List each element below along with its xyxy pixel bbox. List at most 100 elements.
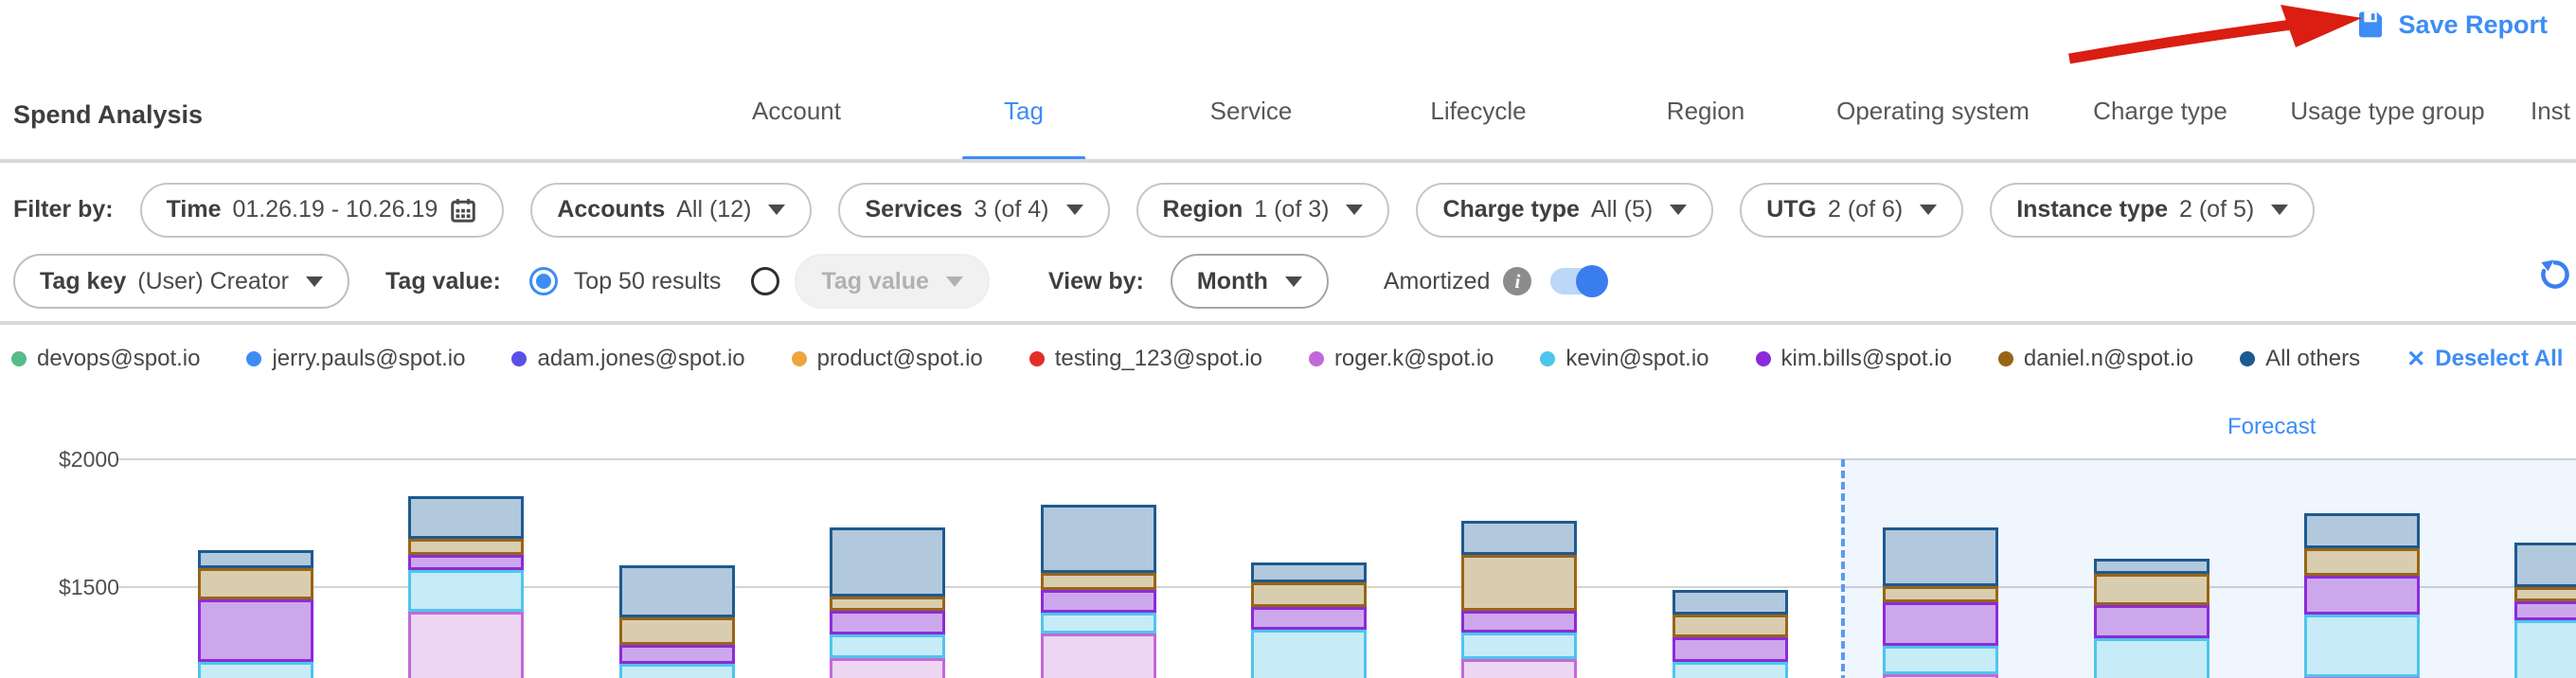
bar-segment[interactable] bbox=[1041, 590, 1156, 613]
legend-item[interactable]: kevin@spot.io bbox=[1540, 346, 1708, 372]
region-filter-chip[interactable]: Region1 (of 3) bbox=[1136, 183, 1390, 238]
legend-item[interactable]: daniel.n@spot.io bbox=[1998, 346, 2193, 372]
legend-item[interactable]: kim.bills@spot.io bbox=[1756, 346, 1952, 372]
bar-segment[interactable] bbox=[1251, 607, 1367, 630]
tag-value-dropdown[interactable]: Tag value bbox=[795, 254, 989, 309]
stacked-bar[interactable] bbox=[408, 393, 524, 678]
tab-service[interactable]: Service bbox=[1210, 97, 1293, 126]
bar-segment[interactable] bbox=[2514, 620, 2576, 678]
stacked-bar[interactable] bbox=[1883, 393, 1998, 678]
instance-type-filter-chip[interactable]: Instance type2 (of 5) bbox=[1990, 183, 2315, 238]
bar-segment[interactable] bbox=[1461, 555, 1577, 610]
stacked-bar[interactable] bbox=[830, 393, 945, 678]
bar-segment[interactable] bbox=[830, 611, 945, 633]
bar-segment[interactable] bbox=[1041, 633, 1156, 678]
tab-lifecycle[interactable]: Lifecycle bbox=[1430, 97, 1526, 126]
reset-icon[interactable] bbox=[2538, 258, 2572, 292]
stacked-bar[interactable] bbox=[619, 393, 735, 678]
radio-tag-value[interactable] bbox=[751, 267, 779, 295]
stacked-bar[interactable] bbox=[2304, 393, 2420, 678]
bar-segment[interactable] bbox=[2304, 615, 2420, 677]
bar-segment[interactable] bbox=[1883, 602, 1998, 646]
tab-charge-type[interactable]: Charge type bbox=[2093, 97, 2227, 126]
tab-operating-system[interactable]: Operating system bbox=[1836, 97, 2030, 126]
legend-item[interactable]: product@spot.io bbox=[792, 346, 983, 372]
bar-segment[interactable] bbox=[2094, 574, 2209, 604]
stacked-bar[interactable] bbox=[1461, 393, 1577, 678]
legend-item[interactable]: testing_123@spot.io bbox=[1029, 346, 1262, 372]
bar-segment[interactable] bbox=[1251, 562, 1367, 581]
legend-item[interactable]: devops@spot.io bbox=[11, 346, 200, 372]
tag-key-chip[interactable]: Tag key (User) Creator bbox=[13, 254, 349, 309]
stacked-bar[interactable] bbox=[2514, 393, 2576, 678]
bar-segment[interactable] bbox=[1461, 611, 1577, 633]
tab-tag[interactable]: Tag bbox=[1004, 97, 1044, 126]
legend-item[interactable]: All others bbox=[2240, 346, 2360, 372]
bar-segment[interactable] bbox=[1673, 615, 1788, 638]
legend-item[interactable]: jerry.pauls@spot.io bbox=[246, 346, 465, 372]
bar-segment[interactable] bbox=[1883, 674, 1998, 678]
stacked-bar[interactable] bbox=[2094, 393, 2209, 678]
bar-segment[interactable] bbox=[1251, 582, 1367, 607]
bar-segment[interactable] bbox=[1883, 586, 1998, 602]
bar-segment[interactable] bbox=[198, 599, 313, 662]
bar-segment[interactable] bbox=[198, 568, 313, 598]
bar-segment[interactable] bbox=[1673, 662, 1788, 678]
bar-segment[interactable] bbox=[1461, 659, 1577, 678]
bar-segment[interactable] bbox=[2094, 559, 2209, 574]
time-filter-chip[interactable]: Time 01.26.19 - 10.26.19 bbox=[140, 183, 505, 238]
bar-segment[interactable] bbox=[2514, 543, 2576, 587]
amortized-toggle[interactable] bbox=[1550, 268, 1605, 294]
tab-usage-type-group[interactable]: Usage type group bbox=[2290, 97, 2484, 126]
bar-segment[interactable] bbox=[1251, 630, 1367, 678]
bar-segment[interactable] bbox=[830, 658, 945, 678]
bar-segment[interactable] bbox=[1883, 646, 1998, 674]
bar-segment[interactable] bbox=[2514, 587, 2576, 601]
info-icon[interactable]: i bbox=[1503, 267, 1531, 295]
bar-segment[interactable] bbox=[408, 496, 524, 539]
bar-segment[interactable] bbox=[619, 617, 735, 645]
bar-segment[interactable] bbox=[2304, 548, 2420, 577]
tab-inst[interactable]: Inst bbox=[2531, 97, 2570, 126]
radio-top50[interactable] bbox=[529, 267, 558, 295]
utg-filter-chip[interactable]: UTG2 (of 6) bbox=[1740, 183, 1963, 238]
bar-segment[interactable] bbox=[198, 550, 313, 568]
tab-region[interactable]: Region bbox=[1667, 97, 1744, 126]
bar-segment[interactable] bbox=[1673, 590, 1788, 614]
save-report-button[interactable]: Save Report bbox=[2355, 9, 2548, 40]
bar-segment[interactable] bbox=[1041, 613, 1156, 633]
bar-segment[interactable] bbox=[198, 662, 313, 678]
bar-segment[interactable] bbox=[830, 597, 945, 611]
legend-item[interactable]: adam.jones@spot.io bbox=[511, 346, 744, 372]
legend-item[interactable]: roger.k@spot.io bbox=[1309, 346, 1494, 372]
bar-segment[interactable] bbox=[619, 565, 735, 617]
bar-segment[interactable] bbox=[830, 527, 945, 597]
bar-segment[interactable] bbox=[1673, 637, 1788, 662]
bar-segment[interactable] bbox=[2514, 601, 2576, 620]
stacked-bar[interactable] bbox=[198, 393, 313, 678]
view-by-dropdown[interactable]: Month bbox=[1171, 254, 1329, 309]
bar-segment[interactable] bbox=[1883, 527, 1998, 586]
deselect-all-button[interactable]: ✕Deselect All bbox=[2406, 346, 2563, 373]
accounts-filter-chip[interactable]: AccountsAll (12) bbox=[530, 183, 812, 238]
bar-segment[interactable] bbox=[1041, 505, 1156, 573]
bar-segment[interactable] bbox=[408, 539, 524, 555]
charge-type-filter-chip[interactable]: Charge typeAll (5) bbox=[1416, 183, 1713, 238]
bar-segment[interactable] bbox=[408, 612, 524, 678]
tab-account[interactable]: Account bbox=[752, 97, 841, 126]
services-filter-chip[interactable]: Services3 (of 4) bbox=[838, 183, 1109, 238]
stacked-bar[interactable] bbox=[1673, 393, 1788, 678]
bar-segment[interactable] bbox=[830, 634, 945, 659]
bar-segment[interactable] bbox=[1041, 573, 1156, 590]
bar-segment[interactable] bbox=[408, 570, 524, 612]
bar-segment[interactable] bbox=[2094, 605, 2209, 638]
bar-segment[interactable] bbox=[619, 645, 735, 664]
bar-segment[interactable] bbox=[1461, 521, 1577, 555]
bar-segment[interactable] bbox=[2304, 576, 2420, 615]
bar-segment[interactable] bbox=[2094, 638, 2209, 678]
bar-segment[interactable] bbox=[408, 555, 524, 570]
stacked-bar[interactable] bbox=[1251, 393, 1367, 678]
bar-segment[interactable] bbox=[619, 664, 735, 678]
bar-segment[interactable] bbox=[1461, 633, 1577, 659]
stacked-bar[interactable] bbox=[1041, 393, 1156, 678]
